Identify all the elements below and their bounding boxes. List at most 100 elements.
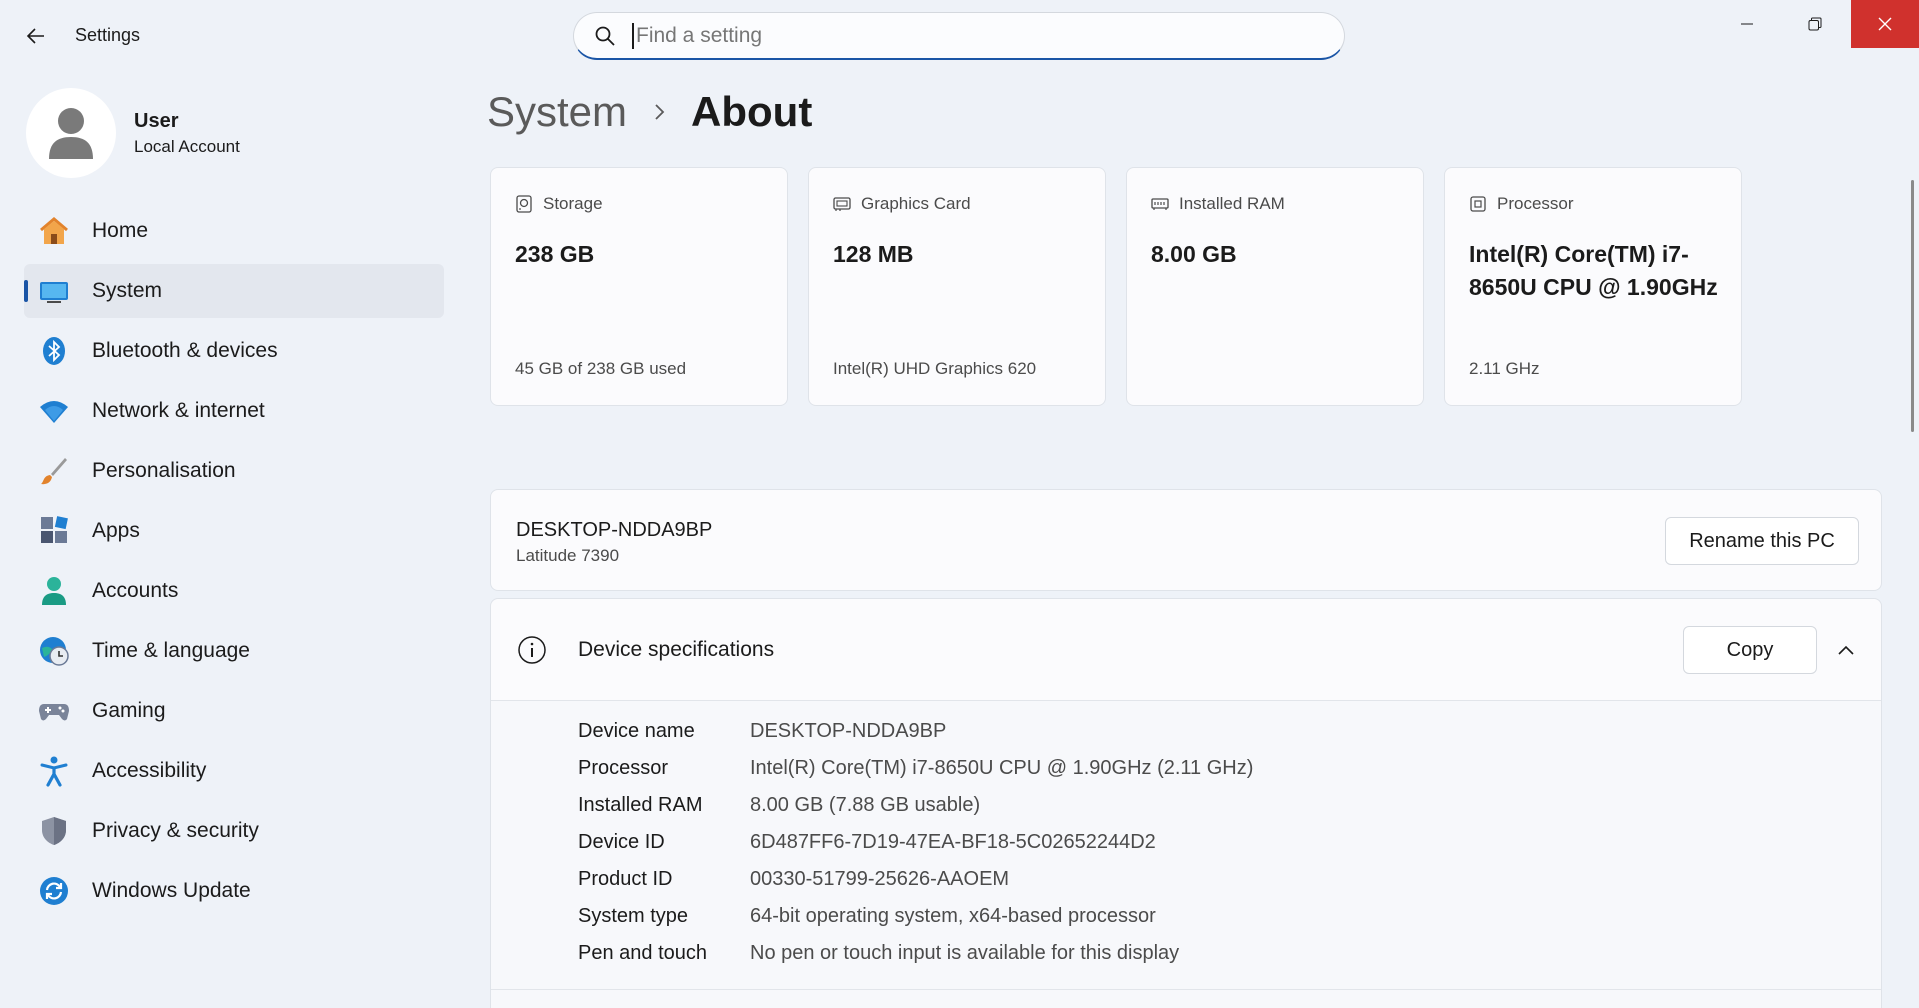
shield-icon: [38, 815, 70, 847]
installed-ram-card[interactable]: Installed RAM 8.00 GB: [1126, 167, 1424, 406]
card-label: Installed RAM: [1179, 194, 1285, 213]
spec-key: Installed RAM: [578, 794, 703, 816]
minimize-button[interactable]: [1713, 0, 1781, 48]
sidebar-item-label: Accessibility: [92, 759, 207, 782]
card-subtext: 45 GB of 238 GB used: [515, 359, 687, 378]
breadcrumb-parent[interactable]: System: [487, 88, 627, 136]
pc-name-panel: DESKTOP-NDDA9BP Latitude 7390 Rename thi…: [490, 489, 1882, 591]
sidebar-item-label: Gaming: [92, 699, 166, 722]
spec-key: System type: [578, 905, 689, 927]
info-icon: [517, 635, 547, 665]
device-specifications-title: Device specifications: [578, 638, 775, 661]
user-profile[interactable]: User Local Account: [26, 88, 240, 178]
minimize-icon: [1741, 23, 1753, 25]
ram-icon: [1151, 195, 1169, 213]
sidebar-item-privacy-security[interactable]: Privacy & security: [24, 804, 444, 858]
graphics-card-card[interactable]: Graphics Card 128 MB Intel(R) UHD Graphi…: [808, 167, 1106, 406]
breadcrumb: System About: [487, 82, 812, 142]
search-box[interactable]: [573, 12, 1345, 60]
card-value: 128 MB: [833, 241, 914, 267]
spec-value: 00330-51799-25626-AAOEM: [750, 868, 1010, 890]
restore-icon: [1808, 17, 1822, 31]
spec-value: No pen or touch input is available for t…: [750, 942, 1180, 964]
user-name: User: [134, 109, 179, 132]
copy-button[interactable]: Copy: [1683, 626, 1817, 674]
sidebar-item-system[interactable]: System: [24, 264, 444, 318]
spec-value: 8.00 GB (7.88 GB usable): [750, 794, 981, 816]
sidebar-item-label: Windows Update: [92, 879, 251, 902]
close-icon: [1878, 17, 1892, 31]
divider: [491, 989, 1881, 990]
spec-list: Device name DESKTOP-NDDA9BP Processor In…: [578, 713, 1253, 972]
spec-value: DESKTOP-NDDA9BP: [750, 720, 947, 742]
sidebar-item-label: Privacy & security: [92, 819, 259, 842]
chevron-up-icon[interactable]: [1831, 635, 1861, 665]
accounts-icon: [38, 575, 70, 607]
sidebar-item-label: Accounts: [92, 579, 179, 602]
sidebar-item-label: Personalisation: [92, 459, 236, 482]
spec-key: Device ID: [578, 831, 665, 853]
spec-row: Device ID 6D487FF6-7D19-47EA-BF18-5C0265…: [578, 824, 1253, 861]
chevron-right-icon: [653, 103, 667, 121]
sidebar-item-gaming[interactable]: Gaming: [24, 684, 444, 738]
sidebar-item-apps[interactable]: Apps: [24, 504, 444, 558]
card-value: 8.00 GB: [1151, 241, 1237, 267]
wifi-icon: [38, 395, 70, 427]
paintbrush-icon: [38, 455, 70, 487]
card-label: Storage: [543, 194, 603, 213]
sidebar-item-label: Home: [92, 219, 149, 242]
spec-key: Device name: [578, 720, 695, 742]
avatar: [26, 88, 116, 178]
spec-row: Device name DESKTOP-NDDA9BP: [578, 713, 1253, 750]
home-icon: [38, 215, 70, 247]
accessibility-icon: [38, 755, 70, 787]
back-button[interactable]: [18, 18, 54, 54]
card-label: Processor: [1497, 194, 1574, 213]
apps-icon: [38, 515, 70, 547]
card-subtext: 2.11 GHz: [1469, 359, 1540, 378]
spec-row: Installed RAM 8.00 GB (7.88 GB usable): [578, 787, 1253, 824]
sidebar-item-label: Network & internet: [92, 399, 265, 422]
restore-button[interactable]: [1781, 0, 1849, 48]
user-avatar-icon: [49, 108, 93, 159]
time-language-icon: [38, 635, 70, 667]
sidebar-item-label: Time & language: [92, 639, 250, 662]
card-label: Graphics Card: [861, 194, 971, 213]
spec-row: System type 64-bit operating system, x64…: [578, 898, 1253, 935]
device-specifications-header[interactable]: Device specifications Copy: [491, 599, 1881, 701]
sidebar-item-windows-update[interactable]: Windows Update: [24, 864, 444, 918]
scrollbar[interactable]: [1911, 180, 1914, 432]
pc-name: DESKTOP-NDDA9BP: [516, 519, 713, 541]
spec-row: Processor Intel(R) Core(TM) i7-8650U CPU…: [578, 750, 1253, 787]
sidebar-item-personalisation[interactable]: Personalisation: [24, 444, 444, 498]
page-title: About: [691, 88, 813, 135]
sidebar-item-bluetooth[interactable]: Bluetooth & devices: [24, 324, 444, 378]
spec-value: 6D487FF6-7D19-47EA-BF18-5C02652244D2: [750, 831, 1156, 853]
storage-icon: [515, 195, 533, 213]
spec-key: Processor: [578, 757, 669, 779]
processor-icon: [1469, 195, 1487, 213]
sidebar-item-network[interactable]: Network & internet: [24, 384, 444, 438]
storage-card[interactable]: Storage 238 GB 45 GB of 238 GB used: [490, 167, 788, 406]
sidebar-item-accessibility[interactable]: Accessibility: [24, 744, 444, 798]
rename-pc-button[interactable]: Rename this PC: [1665, 517, 1859, 565]
app-title: Settings: [75, 25, 141, 45]
card-value: Intel(R) Core(TM) i7-8650U CPU @ 1.90GHz: [1469, 241, 1718, 300]
sidebar-nav: Home System Bluetooth & devices Network …: [24, 204, 444, 924]
search-icon: [592, 23, 618, 49]
close-button[interactable]: [1851, 0, 1919, 48]
spec-key: Product ID: [578, 868, 673, 890]
pc-model: Latitude 7390: [516, 546, 620, 565]
update-icon: [38, 875, 70, 907]
spec-value: Intel(R) Core(TM) i7-8650U CPU @ 1.90GHz…: [750, 757, 1254, 779]
account-type: Local Account: [134, 136, 240, 156]
graphics-card-icon: [833, 195, 851, 213]
sidebar-item-home[interactable]: Home: [24, 204, 444, 258]
search-input[interactable]: [632, 22, 1312, 49]
spec-row: Pen and touch No pen or touch input is a…: [578, 935, 1253, 972]
processor-card[interactable]: Processor Intel(R) Core(TM) i7-8650U CPU…: [1444, 167, 1742, 406]
sidebar-item-label: System: [92, 279, 163, 302]
sidebar-item-time-language[interactable]: Time & language: [24, 624, 444, 678]
sidebar-item-accounts[interactable]: Accounts: [24, 564, 444, 618]
sidebar: User Local Account Home System Bluetooth…: [0, 72, 460, 1008]
